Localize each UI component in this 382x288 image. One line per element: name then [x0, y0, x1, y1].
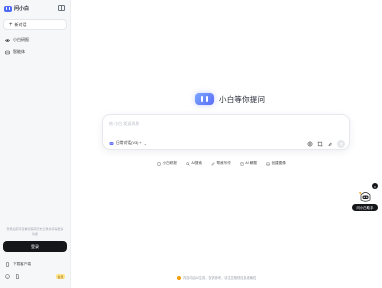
hero-title: 小白等你提问: [219, 94, 266, 104]
xiaobai-logo-icon: [4, 5, 12, 12]
globe-icon[interactable]: [307, 141, 313, 147]
send-button[interactable]: [337, 140, 345, 148]
quick-action-label: AI 解题: [245, 161, 257, 165]
arrow-up-icon: [339, 142, 343, 146]
brand[interactable]: 问小白: [4, 5, 29, 12]
search-icon: [186, 161, 190, 166]
disclaimer: 内容均由AI生成，仅供参考，请注意甄别信息准确性: [177, 275, 256, 280]
sidebar-item-label: 小白研报: [13, 37, 29, 42]
app-root: 问小白 + 新对话 小白研报 智能体 登录后即可查看和保存历史记录并获得更多功能…: [0, 0, 382, 288]
login-hint: 登录后即可查看和保存历史记录并获得更多功能: [6, 227, 64, 236]
sidebar-collapse-icon[interactable]: [58, 5, 65, 11]
quick-action-label: 帮我写作: [216, 161, 231, 165]
calculator-icon: [240, 161, 244, 166]
brand-name: 问小白: [14, 6, 30, 12]
quick-action-writing[interactable]: 帮我写作: [211, 161, 231, 166]
quick-action-research[interactable]: 小白研报: [157, 161, 177, 166]
new-chat-button[interactable]: + 新对话: [3, 19, 67, 30]
download-client-link[interactable]: 下载客户端: [5, 262, 31, 267]
login-button[interactable]: 登录: [3, 241, 67, 252]
sidebar-item-label: 智能体: [13, 49, 25, 54]
vip-badge[interactable]: 会员: [56, 274, 65, 279]
model-label: 日常对话(V3) +: [116, 141, 142, 145]
model-icon: [109, 142, 114, 145]
chat-input[interactable]: [109, 120, 309, 127]
quick-actions: 小白研报 AI搜索 帮我写作 AI 解题 创建图像: [157, 161, 286, 166]
quick-action-label: 创建图像: [271, 161, 286, 165]
agent-icon: [5, 50, 10, 54]
quick-action-image[interactable]: 创建图像: [266, 161, 286, 166]
new-chat-label: 新对话: [14, 21, 27, 27]
assistant-widget[interactable]: × 问小白助手: [352, 183, 378, 213]
document-icon[interactable]: [15, 274, 20, 279]
phone-icon: [6, 262, 9, 267]
quick-action-label: 小白研报: [162, 161, 177, 165]
disclaimer-text: 内容均由AI生成，仅供参考，请注意甄别信息准确性: [183, 276, 257, 280]
pen-icon: [211, 161, 215, 165]
attachment-icon[interactable]: [327, 141, 333, 147]
assistant-label: 问小白助手: [352, 204, 378, 211]
main-panel: 小白等你提问 日常对话(V3) + ⌄: [71, 0, 382, 288]
hero: 小白等你提问: [195, 93, 265, 105]
doc-icon: [157, 161, 161, 166]
input-toolbar: [307, 140, 345, 148]
sidebar-item-research[interactable]: 小白研报: [5, 36, 29, 44]
chevron-down-icon: ⌄: [143, 141, 147, 146]
plus-icon: +: [9, 21, 13, 28]
help-icon[interactable]: [5, 274, 10, 279]
download-label: 下载客户端: [13, 262, 31, 266]
xiaobai-avatar-icon: [195, 93, 214, 105]
sidebar: 问小白 + 新对话 小白研报 智能体 登录后即可查看和保存历史记录并获得更多功能…: [0, 0, 71, 288]
image-icon: [266, 162, 270, 165]
model-selector[interactable]: 日常对话(V3) + ⌄: [109, 140, 147, 147]
close-icon[interactable]: ×: [372, 183, 378, 189]
quick-action-search[interactable]: AI搜索: [186, 161, 202, 166]
chat-input-card: 日常对话(V3) + ⌄: [102, 114, 350, 150]
sidebar-footer: [5, 274, 20, 279]
quick-action-solve[interactable]: AI 解题: [240, 161, 257, 166]
crop-icon[interactable]: [317, 141, 323, 147]
research-icon: [5, 38, 10, 42]
sidebar-item-agent[interactable]: 智能体: [5, 48, 25, 56]
info-icon: [177, 275, 181, 280]
quick-action-label: AI搜索: [191, 161, 202, 165]
assistant-mascot-icon: [359, 191, 371, 202]
